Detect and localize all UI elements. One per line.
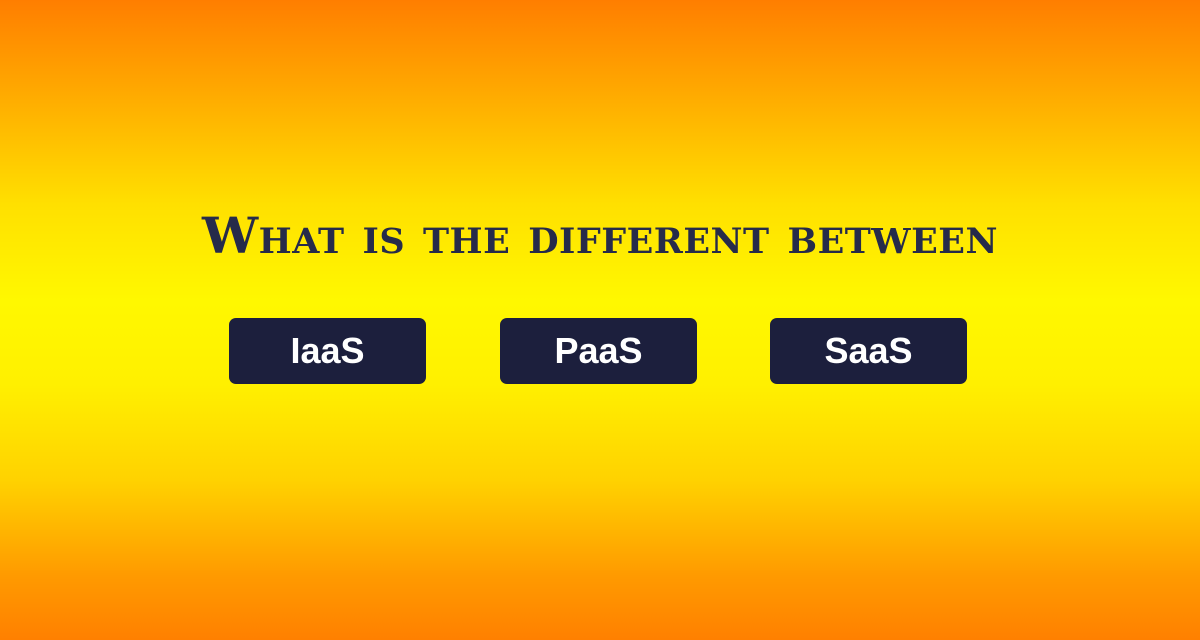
iaas-button[interactable]: IaaS [229,318,426,384]
paas-button[interactable]: PaaS [500,318,697,384]
service-model-buttons: IaaS PaaS SaaS [0,318,1200,384]
saas-button[interactable]: SaaS [770,318,967,384]
headline: What is the different between [202,206,998,265]
